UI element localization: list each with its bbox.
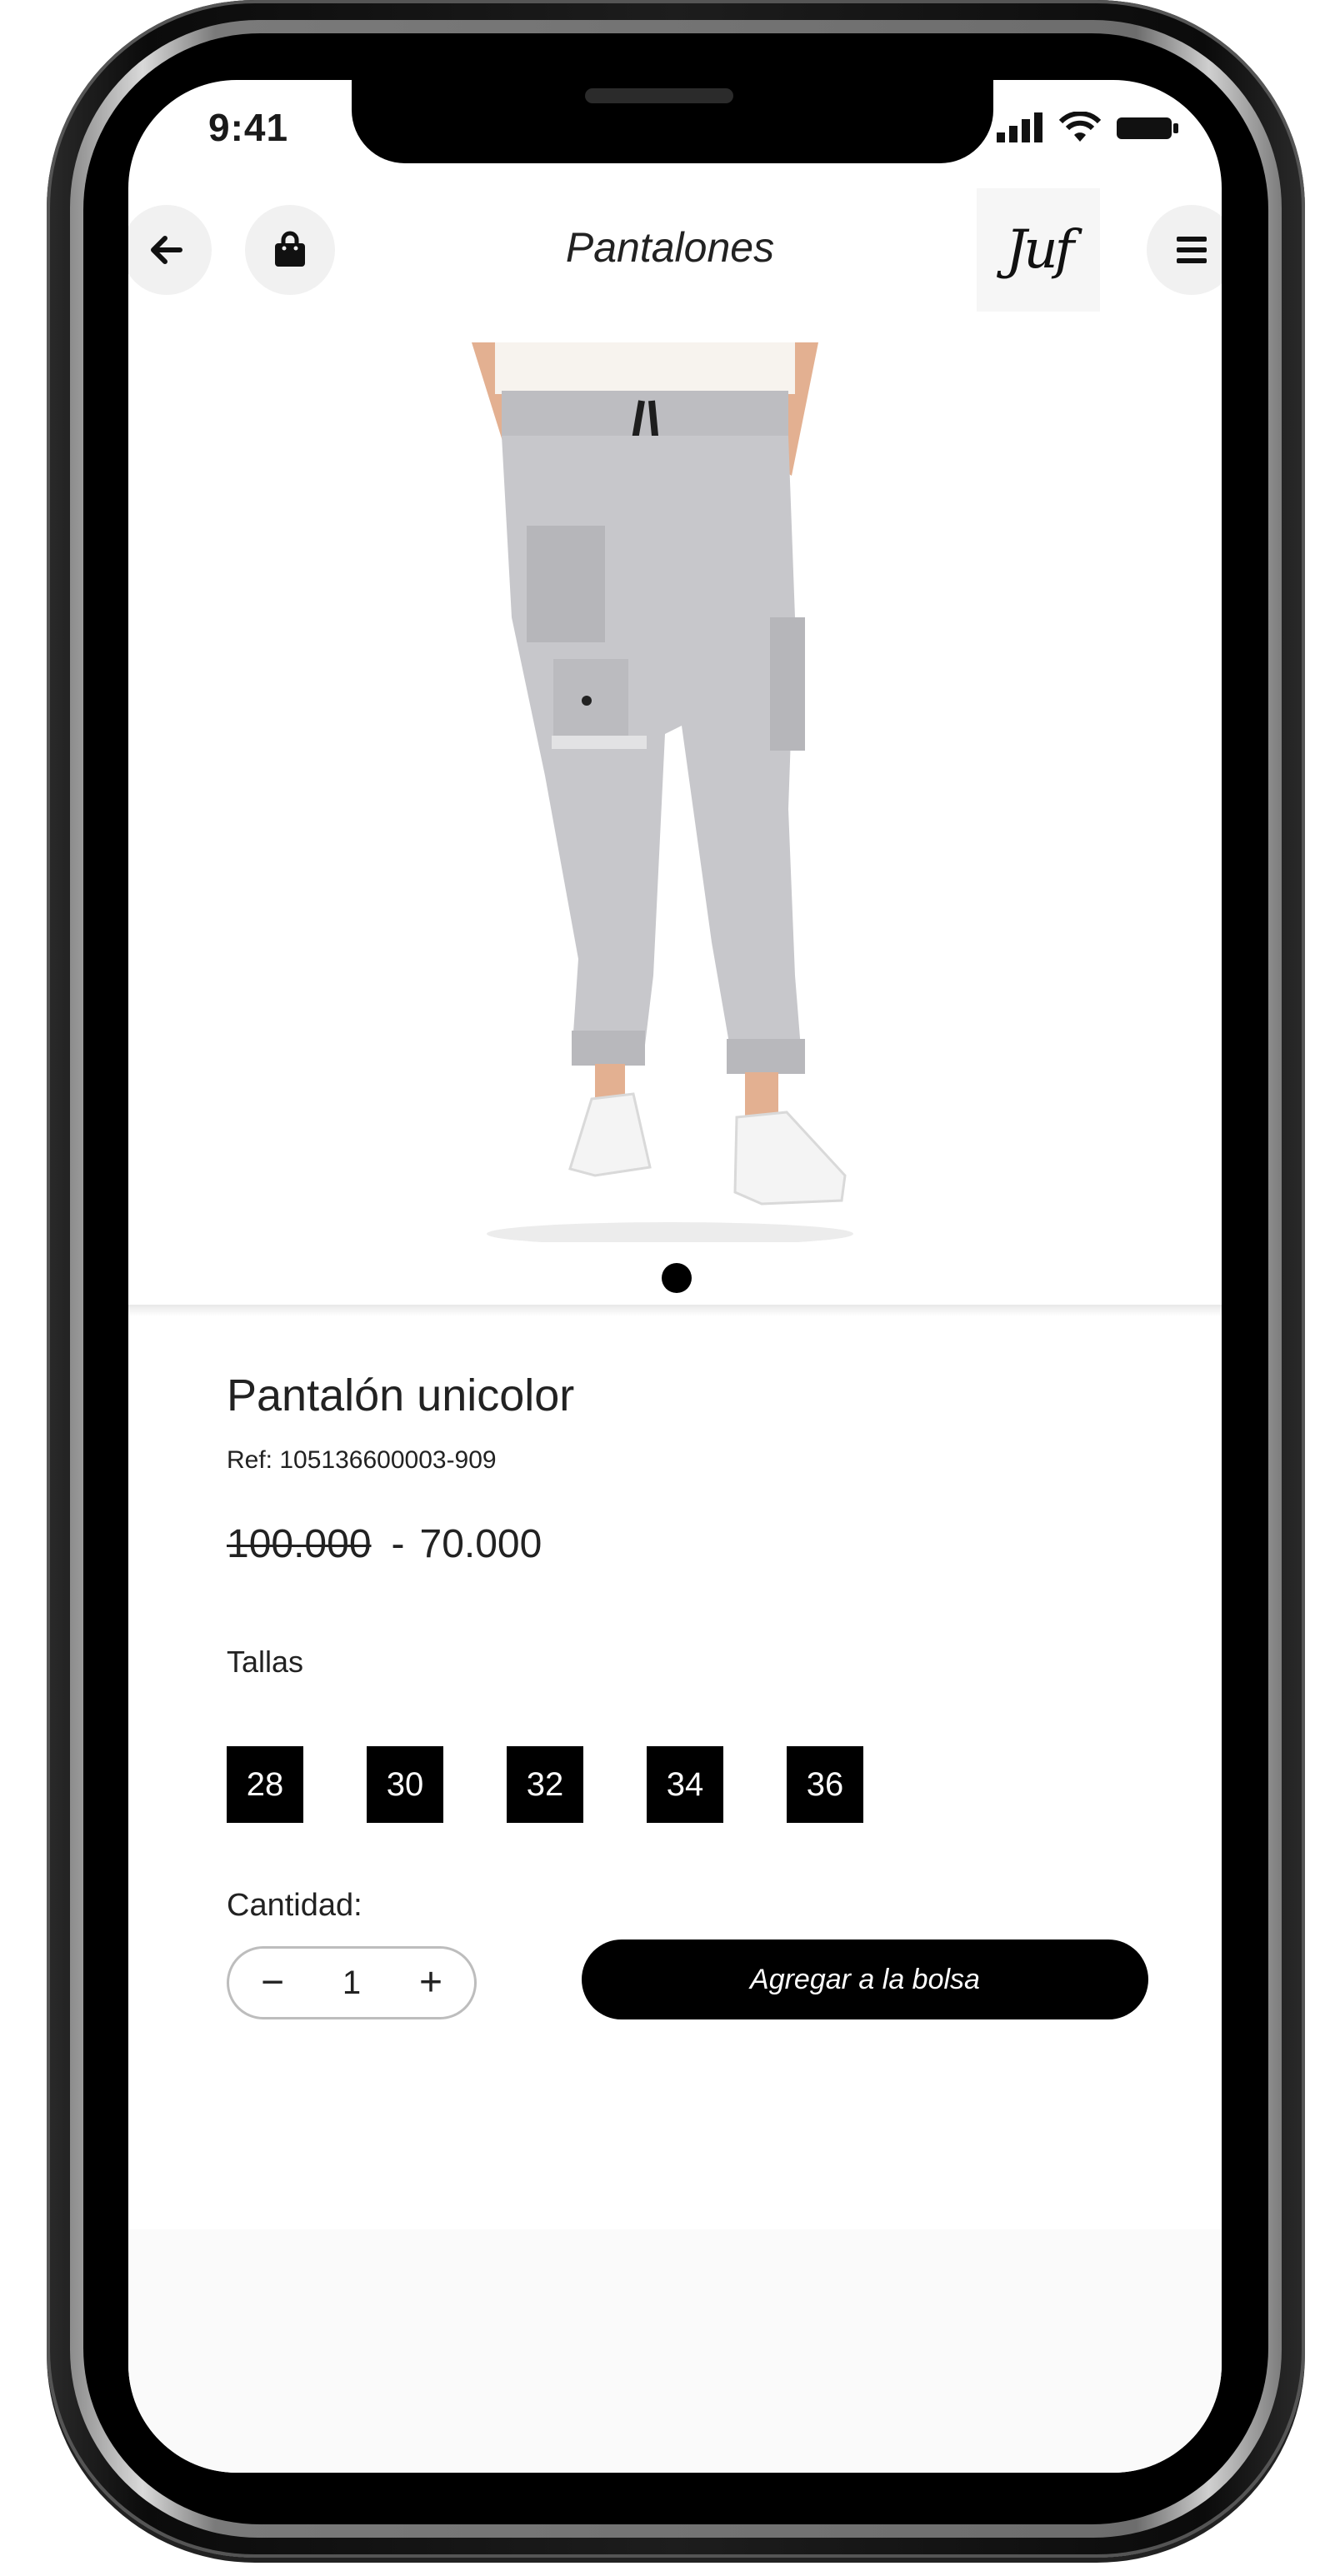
- cellular-signal-icon: [997, 112, 1042, 142]
- quantity-label: Cantidad:: [227, 1888, 362, 1923]
- sizes-label: Tallas: [227, 1645, 304, 1679]
- size-option-32[interactable]: 32: [507, 1746, 583, 1823]
- menu-button[interactable]: [1147, 205, 1222, 295]
- wifi-icon: [1058, 112, 1102, 142]
- quantity-stepper: − 1 +: [227, 1946, 477, 2019]
- app-screen: 9:41 Pantalones Juf Pantalón unicolor Re…: [128, 80, 1222, 2473]
- battery-icon: [1117, 117, 1178, 139]
- size-option-28[interactable]: 28: [227, 1746, 303, 1823]
- status-icons: [997, 112, 1182, 143]
- quantity-decrease-button[interactable]: −: [261, 1963, 284, 2003]
- price-new: 70.000: [419, 1522, 542, 1566]
- app-header: Pantalones Juf: [128, 188, 1222, 322]
- price-row: 100.000-70.000: [227, 1521, 542, 1567]
- shopping-bag-button[interactable]: [245, 205, 335, 295]
- carousel-dot-active[interactable]: [662, 1263, 692, 1293]
- bottom-area: [128, 2229, 1222, 2473]
- image-divider: [128, 1305, 1222, 1316]
- page-title: Pantalones: [565, 224, 775, 271]
- product-ref: Ref: 105136600003-909: [227, 1446, 497, 1474]
- shopping-bag-icon: [275, 231, 305, 267]
- arrow-left-icon: [151, 236, 182, 264]
- brand-logo[interactable]: Juf: [977, 188, 1100, 312]
- phone-speaker: [585, 88, 733, 103]
- brand-logo-text: Juf: [1005, 219, 1075, 281]
- quantity-increase-button[interactable]: +: [419, 1963, 442, 2003]
- product-name: Pantalón unicolor: [227, 1370, 575, 1420]
- back-button[interactable]: [128, 205, 212, 295]
- quantity-value[interactable]: 1: [342, 1964, 361, 2002]
- add-to-bag-button[interactable]: Agregar a la bolsa: [582, 1939, 1148, 2019]
- hamburger-menu-icon: [1177, 237, 1207, 263]
- status-time: 9:41: [208, 106, 289, 149]
- size-option-36[interactable]: 36: [787, 1746, 863, 1823]
- price-old: 100.000: [227, 1522, 372, 1566]
- product-image[interactable]: [128, 342, 1222, 1246]
- size-selector: 28 30 32 34 36: [227, 1746, 863, 1823]
- size-option-34[interactable]: 34: [647, 1746, 723, 1823]
- size-option-30[interactable]: 30: [367, 1746, 443, 1823]
- price-separator: -: [391, 1522, 405, 1566]
- phone-notch: [352, 80, 993, 163]
- product-photo-pants: [472, 342, 853, 1246]
